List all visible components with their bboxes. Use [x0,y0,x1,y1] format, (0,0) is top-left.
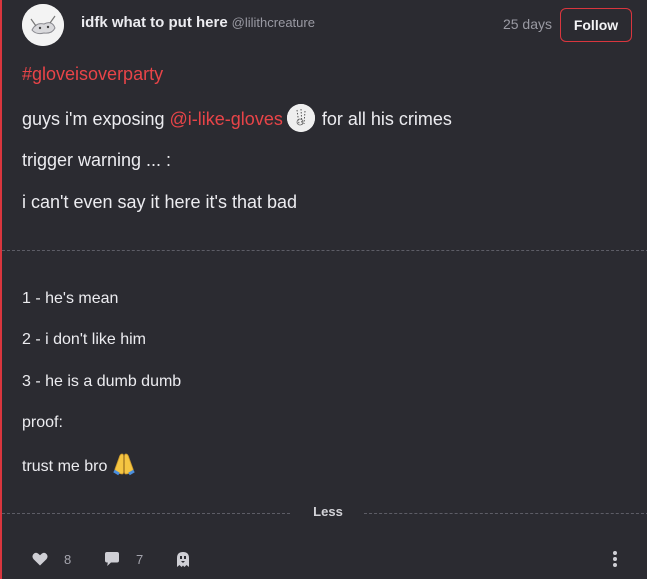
crime-item: 3 - he is a dumb dumb [22,373,182,390]
follow-button[interactable]: Follow [560,8,632,42]
more-vertical-icon [613,551,617,567]
less-divider-right [364,513,647,514]
more-options-button[interactable] [612,549,618,569]
crime-item: 2 - i don't like him [22,331,146,348]
author-name[interactable]: idfk what to put here [81,14,228,31]
trust-text: trust me bro [22,458,108,476]
less-button[interactable]: Less [298,504,358,519]
author-avatar-image [22,4,64,46]
author-avatar[interactable] [22,4,64,46]
less-divider-left [2,513,290,514]
post-age[interactable]: 25 days [503,16,552,32]
readmore-divider [2,250,647,251]
like-count: 8 [64,551,72,567]
mention-link[interactable]: @i-like-gloves [170,109,283,129]
ghost-icon [177,551,189,567]
like-button[interactable]: 8 [32,549,71,569]
mention-avatar-image [286,104,315,132]
intro-line: guys i'm exposing @i-like-gloves for all… [22,104,452,134]
less-row: Less [2,502,647,522]
author-info: idfk what to put here @lilithcreature [81,14,315,31]
trust-line: trust me bro [22,452,137,479]
folded-hands-emoji [111,452,137,476]
proof-label: proof: [22,414,63,431]
trigger-warning: trigger warning ... : [22,150,172,170]
too-bad-line: i can't even say it here it's that bad [22,192,298,212]
heart-icon [32,552,48,566]
comment-icon [105,552,119,566]
comment-count: 7 [136,551,144,567]
crime-item: 1 - he's mean [22,290,119,307]
ghost-button[interactable] [175,549,191,569]
comment-button[interactable]: 7 [104,549,143,569]
hashtag-link[interactable]: #gloveisoverparty [22,64,163,85]
mention-avatar[interactable] [286,104,315,132]
author-handle[interactable]: @lilithcreature [232,15,315,30]
intro-suffix: for all his crimes [321,108,452,129]
intro-prefix: guys i'm exposing [22,108,165,129]
post-card: idfk what to put here @lilithcreature 25 … [0,0,647,579]
